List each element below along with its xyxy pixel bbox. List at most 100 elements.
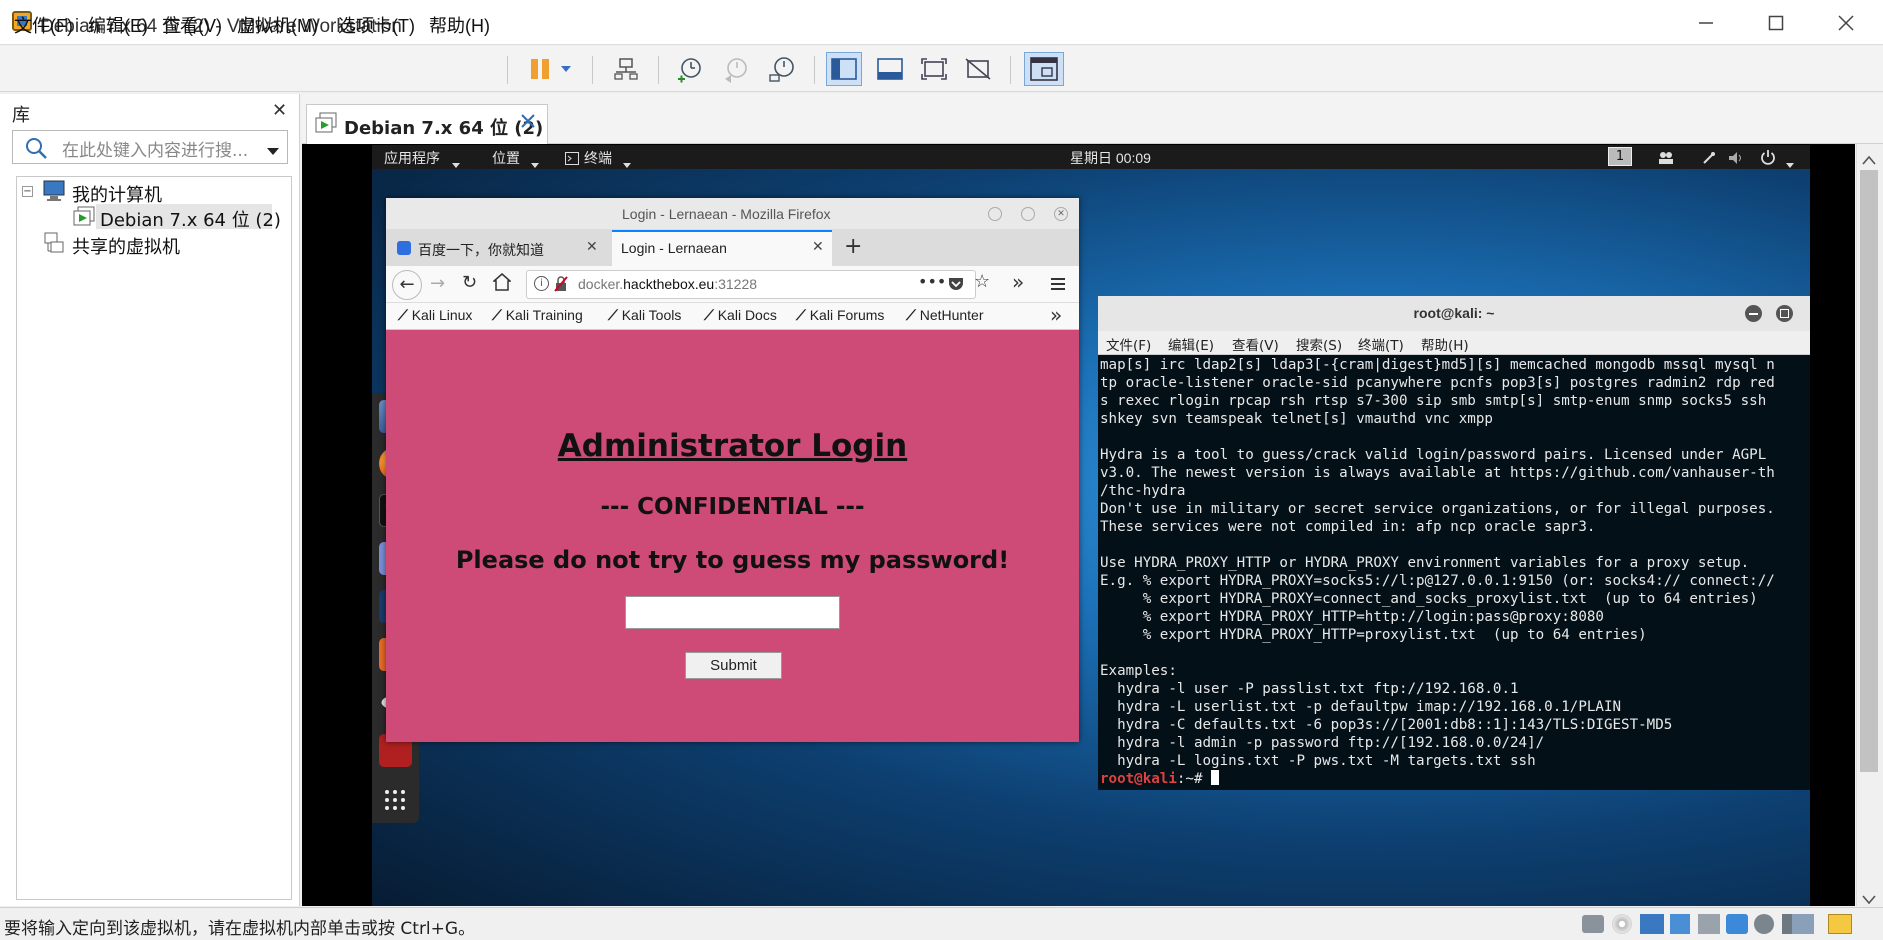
show-library-button[interactable]: [826, 52, 862, 86]
vm-running-icon: [72, 205, 96, 231]
terminal-menu-help[interactable]: 帮助(H): [1421, 334, 1469, 354]
firefox-maximize-button[interactable]: [1021, 207, 1035, 221]
terminal-maximize-button[interactable]: [1776, 305, 1793, 322]
bookmark-kali-training[interactable]: ⟋ Kali Training: [492, 307, 583, 324]
submit-button[interactable]: Submit: [685, 652, 782, 679]
send-ctrl-alt-del-button[interactable]: [608, 52, 644, 86]
close-button[interactable]: [1816, 0, 1876, 45]
terminal-menu-file[interactable]: 文件(F): [1106, 334, 1151, 354]
scroll-up-icon[interactable]: [1862, 150, 1876, 169]
baidu-tab-close-icon[interactable]: ✕: [586, 239, 598, 255]
terminal-line: Don't use in military or secret service …: [1100, 501, 1775, 517]
places-menu[interactable]: 位置: [492, 148, 520, 168]
applications-menu[interactable]: 应用程序: [384, 148, 440, 168]
new-tab-icon[interactable]: +: [844, 234, 862, 259]
menu-edit[interactable]: 编辑(E): [88, 12, 148, 38]
terminal-output[interactable]: map[s] irc ldap2[s] ldap3[-{cram|digest}…: [1100, 356, 1808, 786]
show-applications-icon[interactable]: [383, 788, 407, 816]
vm-tab-close-icon[interactable]: [520, 113, 536, 133]
close-icon: [1838, 14, 1854, 31]
thumbnail-bar-button[interactable]: [872, 52, 908, 86]
printer-icon[interactable]: [1698, 914, 1720, 934]
terminal-window-title: root@kali: ~: [1413, 305, 1495, 321]
revert-snapshot-button[interactable]: [718, 52, 754, 86]
workspace-indicator[interactable]: 1: [1608, 147, 1632, 166]
tree-collapse-toggle[interactable]: −: [22, 186, 33, 197]
take-snapshot-button[interactable]: [672, 52, 708, 86]
prompt-user: root@kali: [1100, 771, 1177, 786]
terminal-menu[interactable]: 终端: [584, 148, 612, 168]
menu-help[interactable]: 帮助(H): [429, 12, 490, 38]
toolbar-separator: [592, 56, 593, 84]
url-port: :31228: [714, 276, 758, 292]
bookmark-kali-forums[interactable]: ⟋ Kali Forums: [796, 307, 884, 324]
unity-mode-button[interactable]: [960, 52, 996, 86]
bookmark-nethunter[interactable]: ⟋ NetHunter: [906, 307, 984, 324]
page-actions-icon[interactable]: •••: [918, 272, 946, 291]
full-screen-button[interactable]: [916, 52, 952, 86]
applications-dropdown-icon: [452, 154, 460, 173]
menu-file[interactable]: 文件(F): [14, 12, 73, 38]
library-close-button[interactable]: ✕: [272, 100, 287, 121]
bookmark-kali-tools[interactable]: ⟋ Kali Tools: [608, 307, 681, 324]
terminal-minimize-button[interactable]: [1745, 305, 1762, 322]
menu-vm[interactable]: 虚拟机(M): [237, 12, 318, 38]
terminal-app-icon: [565, 150, 579, 169]
terminal-menu-terminal[interactable]: 终端(T): [1358, 334, 1404, 354]
message-log-icon[interactable]: [1828, 914, 1852, 934]
bookmark-label: NetHunter: [919, 307, 984, 323]
info-icon[interactable]: i: [534, 276, 549, 291]
snapshot-manager-button[interactable]: [764, 52, 800, 86]
hard-disk-icon[interactable]: [1582, 915, 1604, 933]
menu-view[interactable]: 查看(V): [162, 12, 222, 38]
bookmark-kali-linux[interactable]: ⟋ Kali Linux: [398, 307, 472, 324]
terminal-menu-view[interactable]: 查看(V): [1232, 334, 1279, 354]
usb-device-icon[interactable]: [1670, 914, 1690, 934]
bookmarks-overflow-icon[interactable]: »: [1050, 303, 1062, 327]
system-menu-dropdown-icon[interactable]: [1786, 154, 1794, 173]
terminal-menu-search[interactable]: 搜索(S): [1296, 334, 1342, 354]
maximize-button[interactable]: [1746, 0, 1806, 45]
pocket-icon[interactable]: [948, 276, 964, 295]
network-adapter-icon[interactable]: [1640, 914, 1664, 934]
terminal-menu-edit[interactable]: 编辑(E): [1168, 334, 1214, 354]
cd-rom-icon[interactable]: [1612, 914, 1632, 934]
cursor: [1211, 770, 1220, 785]
login-tab-close-icon[interactable]: ✕: [812, 239, 824, 255]
bookmark-kali-docs[interactable]: ⟋ Kali Docs: [704, 307, 777, 324]
reload-icon[interactable]: ↻: [462, 272, 477, 293]
home-icon[interactable]: [492, 273, 512, 295]
tree-item-shared-vms[interactable]: 共享的虚拟机: [72, 233, 180, 259]
overflow-chevron-icon[interactable]: »: [1012, 270, 1024, 294]
power-icon[interactable]: [1760, 149, 1776, 169]
bookmark-star-icon[interactable]: ☆: [974, 271, 990, 292]
bookmark-label: Kali Forums: [809, 307, 885, 323]
pause-button[interactable]: [520, 52, 580, 86]
toolbar-separator: [507, 56, 508, 84]
sound-card-icon[interactable]: [1726, 914, 1748, 934]
hamburger-menu-icon[interactable]: [1050, 276, 1066, 295]
firefox-minimize-button[interactable]: [988, 207, 1002, 221]
forward-icon[interactable]: →: [430, 273, 445, 294]
kali-dragon-icon: ⟋: [906, 307, 920, 323]
snapshot-manager-icon: [769, 57, 794, 82]
login-tab-label: Login - Lernaean: [621, 240, 727, 256]
search-dropdown-icon[interactable]: [266, 142, 280, 161]
clock[interactable]: 星期日 00:09: [1070, 148, 1151, 168]
camera-icon[interactable]: [1754, 914, 1774, 934]
tree-item-debian-vm[interactable]: Debian 7.x 64 位 (2): [100, 206, 281, 232]
menu-tabs[interactable]: 选项卡(T): [338, 12, 415, 38]
firefox-close-button[interactable]: ✕: [1054, 207, 1068, 221]
display-icon[interactable]: [1792, 914, 1814, 934]
library-tree: [16, 176, 292, 900]
terminal-line: Use HYDRA_PROXY_HTTP or HYDRA_PROXY envi…: [1100, 555, 1750, 571]
usb-stick-icon[interactable]: [1782, 914, 1792, 934]
password-input[interactable]: [625, 596, 840, 629]
revert-snapshot-icon: [725, 58, 747, 83]
minimize-button[interactable]: [1676, 0, 1736, 45]
scroll-thumb[interactable]: [1860, 170, 1878, 772]
console-view-button[interactable]: [1024, 52, 1064, 86]
back-button[interactable]: ←: [392, 270, 422, 300]
